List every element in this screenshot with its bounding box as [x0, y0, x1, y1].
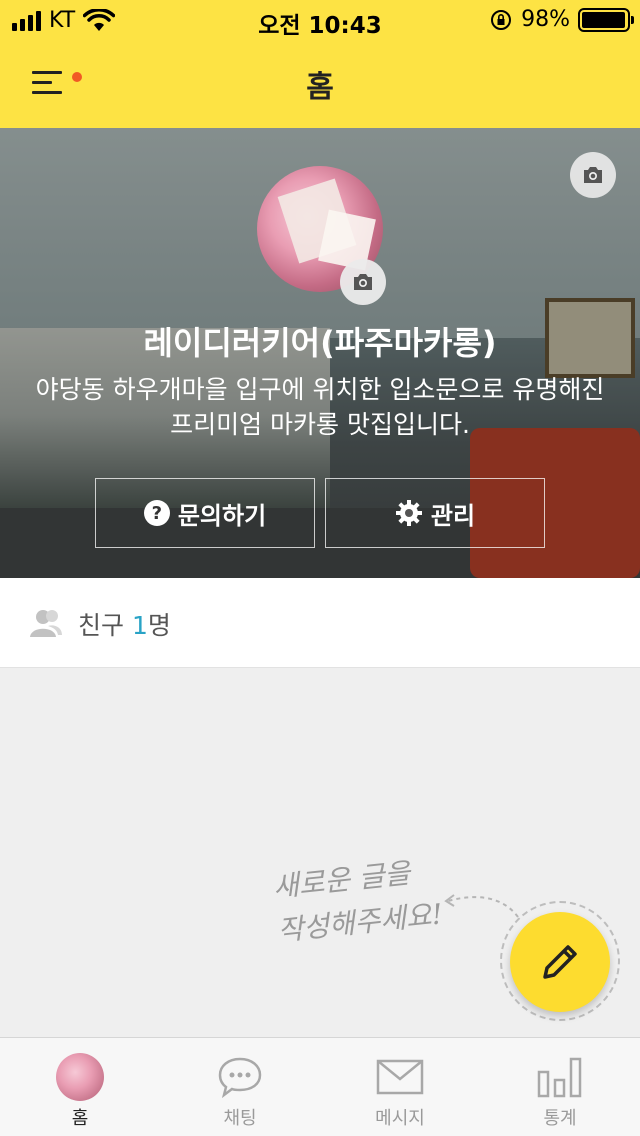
tab-home[interactable]: 홈	[0, 1038, 160, 1136]
inquiry-label: 문의하기	[177, 501, 267, 530]
feed-area: 새로운 글을 작성해주세요!	[0, 669, 640, 1037]
avatar	[56, 1053, 104, 1101]
tab-chat[interactable]: 채팅	[160, 1038, 320, 1136]
tab-chat-label: 채팅	[223, 1108, 257, 1129]
profile-name: 레이디러키어(파주마카롱)	[143, 324, 497, 362]
avatar-camera-button[interactable]	[340, 259, 386, 305]
tab-home-label: 홈	[71, 1108, 89, 1129]
friends-count-text: 친구 1명	[78, 606, 171, 642]
profile-description: 야당동 하우개마을 입구에 위치한 입소문으로 유명해진 프리미엄 마카롱 맛집…	[35, 375, 605, 439]
bottom-tab-bar: 홈 채팅 메시지 통계	[0, 1037, 640, 1136]
question-icon: ?	[143, 500, 170, 526]
page-title: 홈	[306, 70, 334, 105]
bar-chart-icon	[537, 1057, 582, 1098]
cover-camera-button[interactable]	[570, 152, 616, 198]
profile-cover: 레이디러키어(파주마카롱) 야당동 하우개마을 입구에 위치한 입소문으로 유명…	[0, 128, 640, 578]
camera-icon	[584, 167, 602, 183]
status-bar: KT 오전 10:43 98%	[0, 0, 640, 40]
camera-icon	[354, 274, 372, 290]
tab-stats-label: 통계	[543, 1108, 577, 1129]
manage-label: 관리	[430, 501, 476, 530]
write-hint: 새로운 글을 작성해주세요!	[271, 849, 445, 954]
gear-icon	[395, 500, 422, 526]
friends-unit: 명	[147, 611, 171, 640]
friends-row[interactable]: 친구 1명	[0, 578, 640, 668]
tab-messages-label: 메시지	[375, 1108, 425, 1129]
friends-label: 친구	[78, 611, 125, 640]
top-bar: KT 오전 10:43 98% 홈	[0, 0, 640, 128]
battery-percent: 98%	[521, 7, 570, 32]
tab-stats[interactable]: 통계	[480, 1038, 640, 1136]
hint-arrow-icon	[444, 894, 519, 918]
battery-icon	[578, 7, 634, 32]
app-header: 홈	[0, 40, 640, 128]
friends-count: 1	[131, 611, 148, 640]
battery-fill	[582, 11, 626, 28]
tab-messages[interactable]: 메시지	[320, 1038, 480, 1136]
inquiry-button[interactable]: ? 문의하기	[95, 478, 315, 548]
manage-button[interactable]: 관리	[325, 478, 545, 548]
envelope-icon	[376, 1059, 424, 1095]
pencil-icon	[543, 945, 577, 979]
chat-bubble-icon	[218, 1057, 262, 1098]
orientation-lock-icon	[491, 9, 512, 30]
person-icon	[30, 610, 62, 637]
write-post-button[interactable]	[510, 912, 610, 1012]
